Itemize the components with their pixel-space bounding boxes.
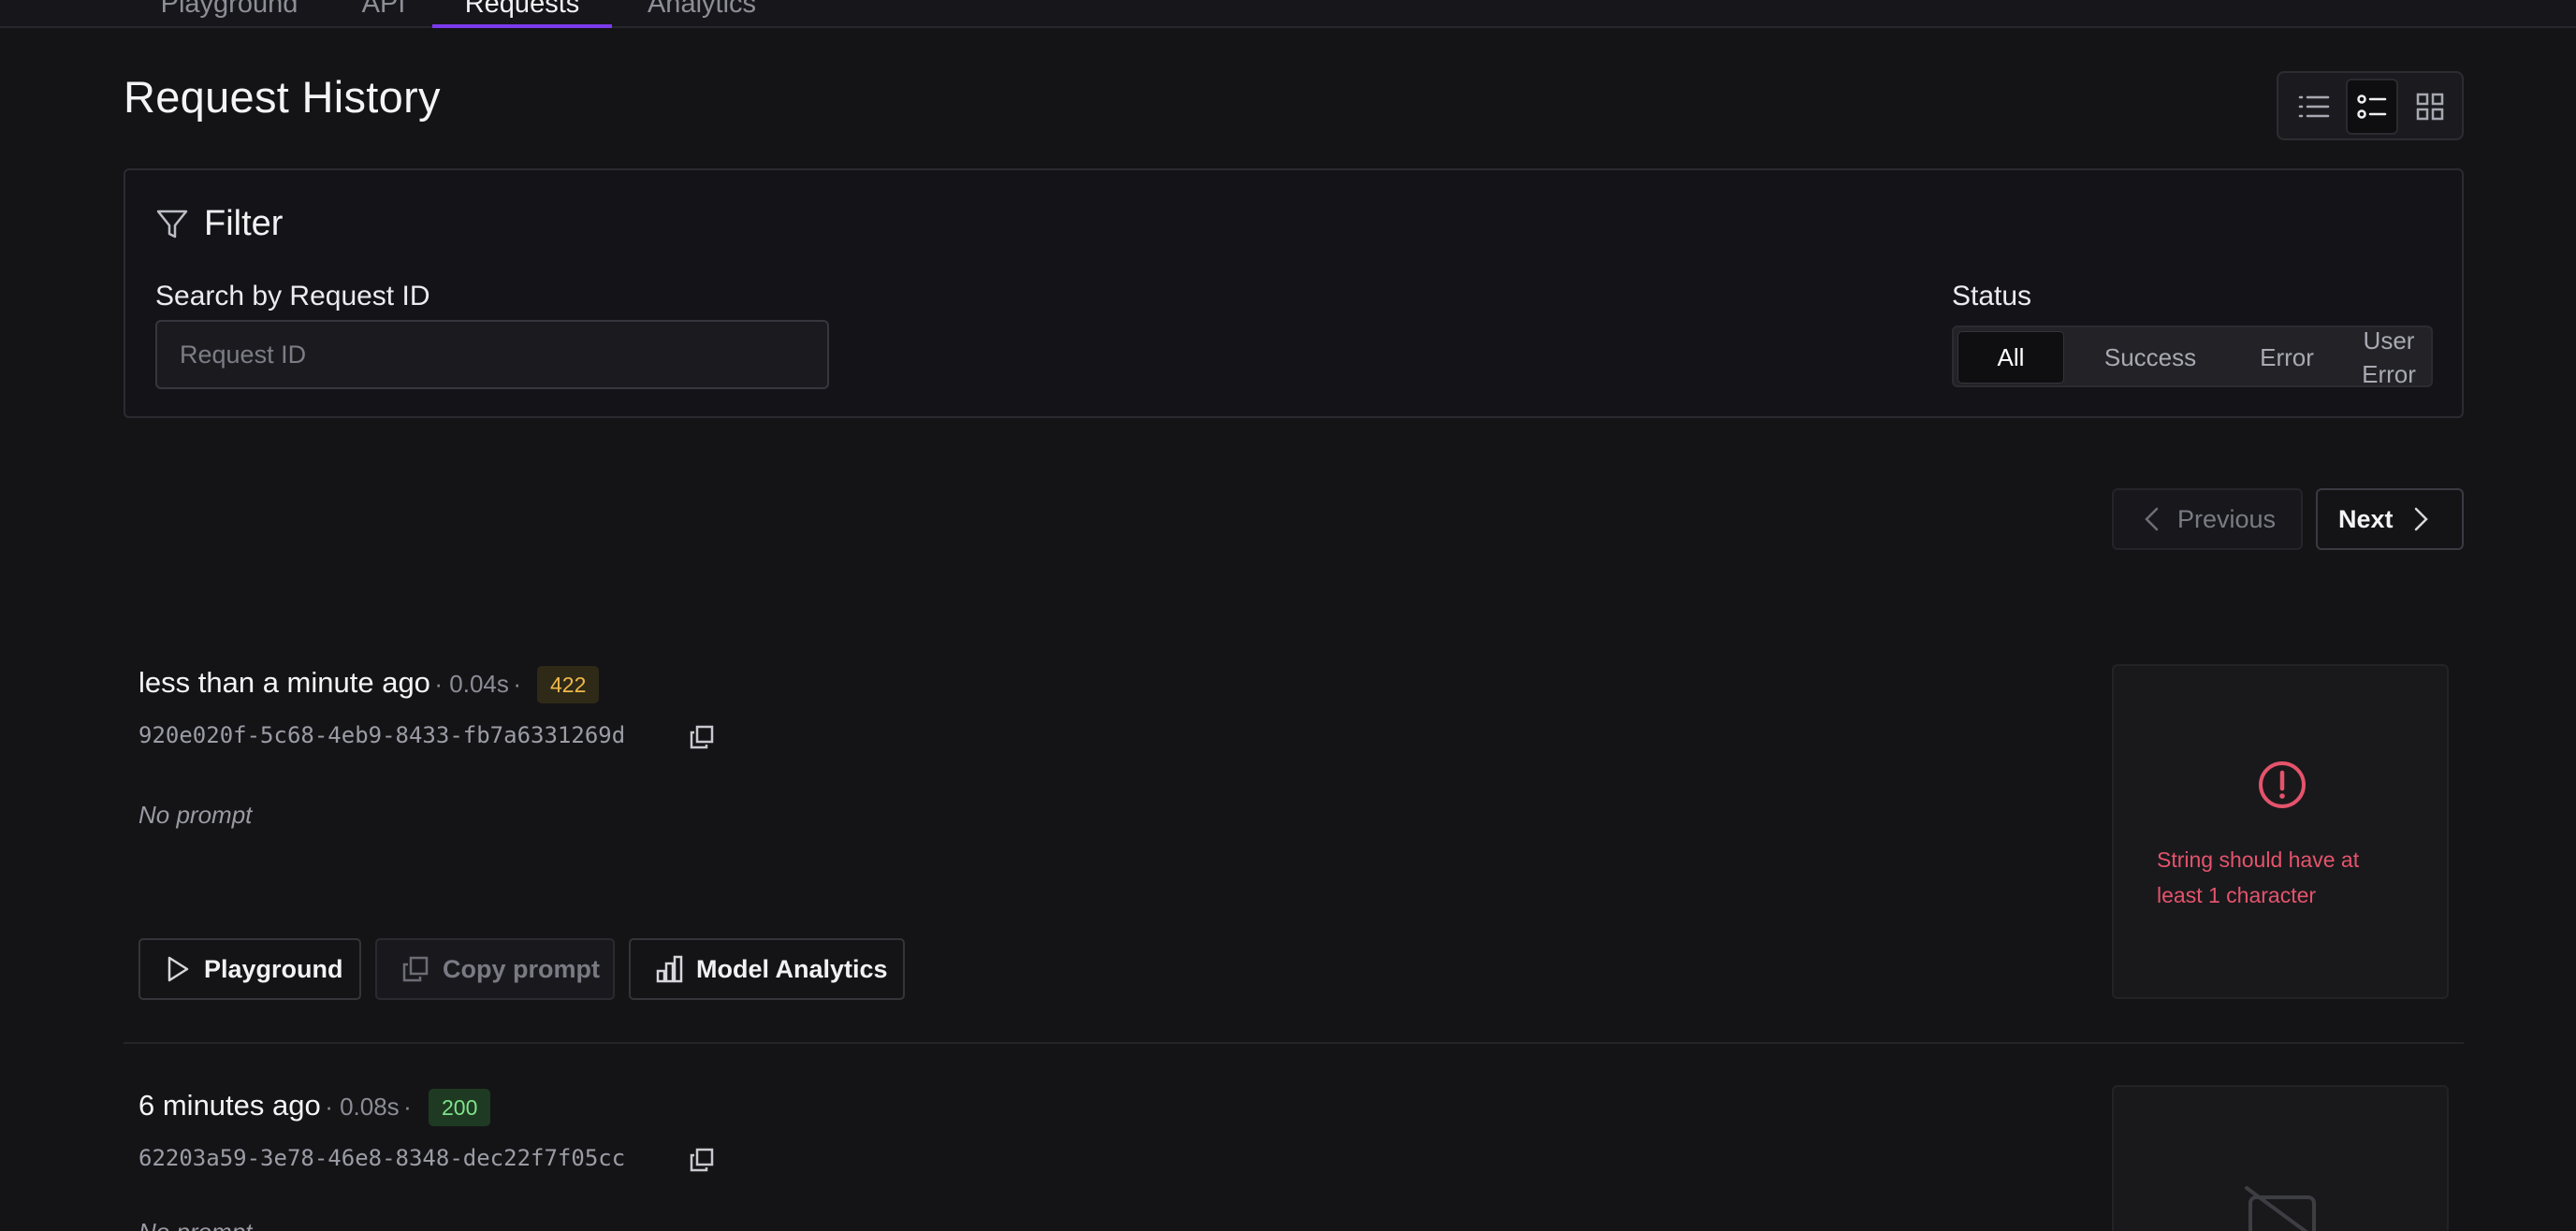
- detailed-list-icon: [2357, 94, 2387, 119]
- grid-icon: [2416, 93, 2444, 121]
- request-header: less than a minute ago · 0.04s ·: [138, 666, 521, 700]
- filter-panel: Filter Search by Request ID Status All S…: [124, 168, 2464, 418]
- prompt-text: No prompt: [138, 1218, 252, 1231]
- image-off-icon: [2245, 1186, 2316, 1231]
- request-id: 920e020f-5c68-4eb9-8433-fb7a6331269d: [138, 722, 626, 748]
- request-duration: 0.04s: [449, 670, 509, 698]
- tab-requests[interactable]: Requests: [432, 0, 612, 28]
- next-label: Next: [2338, 504, 2394, 533]
- filter-title: Filter: [204, 204, 284, 243]
- request-header: 6 minutes ago · 0.08s ·: [138, 1089, 412, 1122]
- chevron-left-icon: [2145, 507, 2159, 531]
- request-time: 6 minutes ago: [138, 1089, 321, 1122]
- request-duration: 0.08s: [340, 1093, 400, 1121]
- tab-playground[interactable]: Playground: [150, 0, 309, 28]
- next-button[interactable]: Next: [2316, 488, 2464, 550]
- play-icon: [167, 956, 189, 982]
- copy-prompt-label: Copy prompt: [443, 954, 600, 983]
- prompt-text: No prompt: [138, 801, 253, 829]
- list-icon: [2298, 95, 2330, 118]
- filter-icon: [156, 210, 188, 239]
- page-title: Request History: [124, 72, 441, 122]
- detailed-list-view-button[interactable]: [2346, 79, 2398, 135]
- copy-icon: [402, 956, 429, 982]
- status-error[interactable]: Error: [2234, 331, 2339, 384]
- error-message: String should have at least 1 character: [2157, 847, 2360, 907]
- status-segmented-control: All Success Error User Error: [1952, 326, 2433, 388]
- meta-separator: ·: [513, 670, 522, 698]
- status-badge: 422: [537, 666, 600, 703]
- error-card: String should have at least 1 character: [2112, 664, 2449, 999]
- status-user-error[interactable]: User Error: [2347, 326, 2431, 388]
- status-label: Status: [1952, 281, 2032, 311]
- request-time: less than a minute ago: [138, 666, 430, 699]
- view-toggle: [2277, 71, 2464, 140]
- meta-separator: ·: [325, 1093, 341, 1121]
- status-badge: 200: [429, 1089, 491, 1126]
- meta-separator: ·: [434, 670, 450, 698]
- result-card: [2112, 1085, 2449, 1231]
- copy-prompt-button[interactable]: Copy prompt: [375, 938, 615, 1000]
- status-success[interactable]: Success: [2075, 331, 2225, 384]
- grid-view-button[interactable]: [2404, 79, 2456, 135]
- bar-chart-icon: [656, 955, 683, 983]
- tab-api[interactable]: API: [356, 0, 412, 28]
- search-label: Search by Request ID: [155, 281, 430, 311]
- meta-separator: ·: [403, 1093, 412, 1121]
- model-analytics-button[interactable]: Model Analytics: [629, 938, 905, 1000]
- playground-label: Playground: [204, 954, 343, 983]
- model-analytics-label: Model Analytics: [696, 954, 888, 983]
- alert-circle-icon: [2259, 761, 2306, 808]
- divider: [124, 1042, 2464, 1044]
- playground-button[interactable]: Playground: [138, 938, 361, 1000]
- previous-label: Previous: [2177, 504, 2277, 533]
- status-all[interactable]: All: [1957, 331, 2064, 384]
- request-id: 62203a59-3e78-46e8-8348-dec22f7f05cc: [138, 1145, 626, 1171]
- list-view-button[interactable]: [2288, 79, 2340, 135]
- top-nav: Playground API Requests Analytics: [0, 0, 2576, 28]
- chevron-right-icon: [2414, 507, 2428, 531]
- tab-analytics[interactable]: Analytics: [640, 0, 764, 28]
- request-id-input[interactable]: [155, 320, 829, 389]
- previous-button[interactable]: Previous: [2112, 488, 2303, 550]
- copy-icon[interactable]: [689, 1147, 715, 1173]
- copy-icon[interactable]: [689, 724, 715, 750]
